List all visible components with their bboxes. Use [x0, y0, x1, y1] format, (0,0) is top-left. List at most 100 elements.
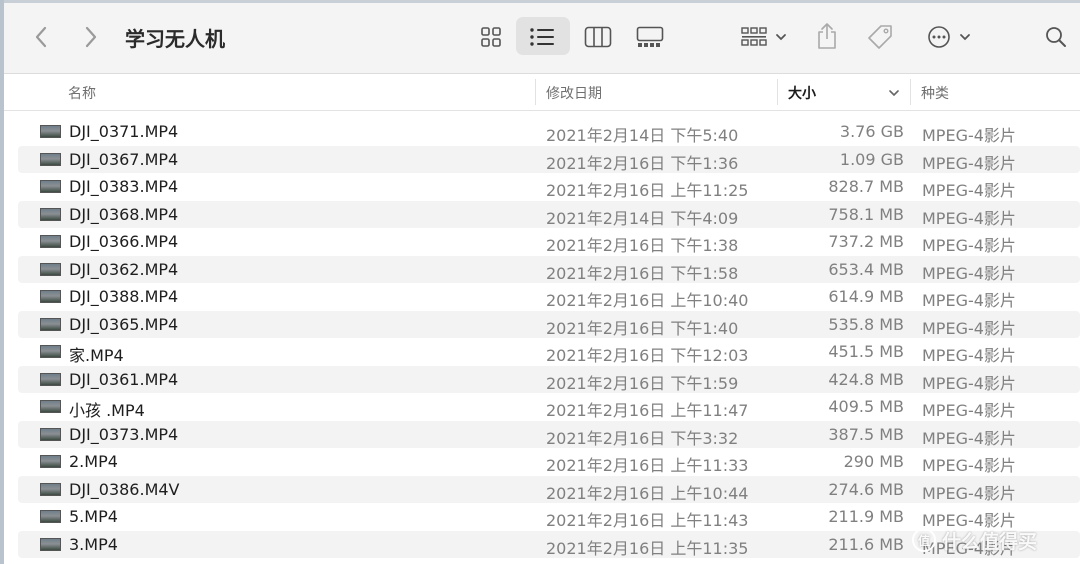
file-name: 5.MP4 [69, 507, 118, 526]
column-divider[interactable] [910, 79, 911, 105]
tag-icon [868, 25, 892, 49]
file-size: 424.8 MB [828, 369, 904, 389]
file-modified-date: 2021年2月16日 下午1:40 [546, 318, 739, 338]
file-kind: MPEG-4影片 [922, 373, 1016, 393]
file-name: 小孩 .MP4 [69, 401, 145, 420]
file-size: 211.9 MB [828, 507, 904, 526]
file-row[interactable]: DJI_0366.MP4 2021年2月16日 下午1:38 737.2 MB MPE… [18, 228, 1080, 256]
file-size: 290 MB [843, 452, 904, 471]
forward-button[interactable] [78, 23, 104, 51]
sort-descending-icon [889, 90, 899, 97]
share-icon [818, 23, 836, 49]
video-thumbnail-icon [40, 345, 61, 358]
video-thumbnail-icon [40, 455, 61, 468]
column-divider[interactable] [535, 79, 536, 105]
share-button[interactable] [814, 21, 840, 51]
more-actions-button[interactable] [924, 23, 974, 51]
file-row[interactable]: DJI_0361.MP4 2021年2月16日 下午1:59 424.8 MB MPE… [18, 365, 1080, 393]
video-thumbnail-icon [40, 262, 61, 276]
chevron-right-icon [85, 26, 97, 48]
file-kind: MPEG-4影片 [922, 483, 1016, 503]
video-thumbnail-icon [40, 537, 61, 551]
file-name: DJI_0362.MP4 [69, 259, 179, 279]
file-size: 409.5 MB [828, 397, 904, 416]
file-name: DJI_0388.MP4 [69, 287, 179, 306]
column-header-name[interactable]: 名称 [68, 83, 96, 103]
column-header-bar: 名称 修改日期 大小 种类 [4, 74, 1080, 111]
file-row[interactable]: DJI_0362.MP4 2021年2月16日 下午1:58 653.4 MB MPE… [18, 255, 1080, 283]
file-modified-date: 2021年2月16日 上午11:35 [546, 538, 749, 558]
file-row[interactable]: 小孩 .MP4 2021年2月16日 上午11:47 409.5 MB MPEG-4影… [18, 393, 1080, 421]
column-view-button[interactable] [582, 23, 614, 51]
file-row[interactable]: DJI_0365.MP4 2021年2月16日 下午1:40 535.8 MB MPE… [18, 310, 1080, 338]
file-kind: MPEG-4影片 [922, 126, 1016, 145]
file-kind: MPEG-4影片 [922, 236, 1016, 255]
chevron-down-icon [960, 34, 970, 41]
file-row[interactable]: 家.MP4 2021年2月16日 下午12:03 451.5 MB MPEG-4影片 [18, 338, 1080, 366]
video-thumbnail-icon [40, 317, 61, 331]
search-button[interactable] [1042, 23, 1070, 51]
file-size: 535.8 MB [828, 314, 904, 334]
file-row[interactable]: 2.MP4 2021年2月16日 上午11:33 290 MB MPEG-4影片 [18, 448, 1080, 476]
column-header-size[interactable]: 大小 [788, 83, 900, 103]
site-watermark: 值 什么值得买 [912, 524, 1072, 556]
window-title: 学习无人机 [125, 27, 225, 51]
file-kind: MPEG-4影片 [922, 263, 1016, 283]
file-name: 家.MP4 [69, 346, 124, 365]
file-row[interactable]: DJI_0373.MP4 2021年2月16日 下午3:32 387.5 MB MPE… [18, 420, 1080, 448]
video-thumbnail-icon [40, 180, 61, 193]
file-kind: MPEG-4影片 [922, 318, 1016, 338]
file-size: 451.5 MB [828, 342, 904, 361]
chevron-down-icon [776, 34, 786, 41]
file-modified-date: 2021年2月16日 上午11:33 [546, 456, 749, 475]
file-size: 653.4 MB [828, 259, 904, 279]
file-modified-date: 2021年2月16日 下午1:59 [546, 373, 739, 393]
column-view-icon [584, 26, 612, 48]
video-thumbnail-icon [40, 510, 61, 523]
file-row[interactable]: DJI_0371.MP4 2021年2月14日 下午5:40 3.76 GB MPEG… [18, 118, 1080, 146]
back-button[interactable] [28, 23, 54, 51]
file-row[interactable]: DJI_0367.MP4 2021年2月16日 下午1:36 1.09 GB MPEG… [18, 145, 1080, 173]
file-size: 211.6 MB [828, 534, 904, 554]
file-row[interactable]: DJI_0388.MP4 2021年2月16日 上午10:40 614.9 MB MP… [18, 283, 1080, 311]
file-modified-date: 2021年2月16日 上午11:25 [546, 181, 749, 200]
column-header-date[interactable]: 修改日期 [546, 83, 602, 103]
file-row[interactable]: DJI_0386.M4V 2021年2月16日 上午10:44 274.6 MB MP… [18, 475, 1080, 503]
file-size: 614.9 MB [828, 287, 904, 306]
file-size: 737.2 MB [828, 232, 904, 251]
video-thumbnail-icon [40, 125, 61, 138]
file-kind: MPEG-4影片 [922, 428, 1016, 448]
file-modified-date: 2021年2月14日 下午4:09 [546, 208, 739, 228]
group-by-icon [741, 27, 767, 46]
file-size: 1.09 GB [839, 149, 904, 169]
video-thumbnail-icon [40, 207, 61, 221]
list-view-button[interactable] [527, 23, 557, 51]
tag-button[interactable] [865, 22, 895, 52]
file-kind: MPEG-4影片 [922, 181, 1016, 200]
video-thumbnail-icon [40, 152, 61, 166]
file-modified-date: 2021年2月16日 下午3:32 [546, 428, 739, 448]
file-name: DJI_0368.MP4 [69, 204, 179, 224]
file-name: 2.MP4 [69, 452, 118, 471]
file-name: DJI_0373.MP4 [69, 424, 179, 444]
finder-toolbar: 学习无人机 [4, 3, 1080, 74]
file-size: 3.76 GB [839, 122, 904, 141]
column-header-kind[interactable]: 种类 [921, 83, 949, 103]
file-list: DJI_0371.MP4 2021年2月14日 下午5:40 3.76 GB MPEG… [18, 118, 1080, 558]
file-kind: MPEG-4影片 [922, 153, 1016, 173]
group-by-button[interactable] [738, 23, 790, 51]
video-thumbnail-icon [40, 235, 61, 248]
file-modified-date: 2021年2月16日 下午12:03 [546, 346, 749, 365]
video-thumbnail-icon [40, 372, 61, 386]
file-modified-date: 2021年2月14日 下午5:40 [546, 126, 739, 145]
video-thumbnail-icon [40, 400, 61, 413]
file-modified-date: 2021年2月16日 下午1:38 [546, 236, 739, 255]
column-header-size-label: 大小 [788, 86, 816, 102]
gallery-view-button[interactable] [634, 23, 666, 51]
file-row[interactable]: DJI_0368.MP4 2021年2月14日 下午4:09 758.1 MB MPE… [18, 200, 1080, 228]
file-row[interactable]: DJI_0383.MP4 2021年2月16日 上午11:25 828.7 MB MP… [18, 173, 1080, 201]
column-divider[interactable] [777, 79, 778, 105]
chevron-left-icon [35, 26, 47, 48]
video-thumbnail-icon [40, 290, 61, 303]
icon-view-button[interactable] [476, 23, 506, 51]
